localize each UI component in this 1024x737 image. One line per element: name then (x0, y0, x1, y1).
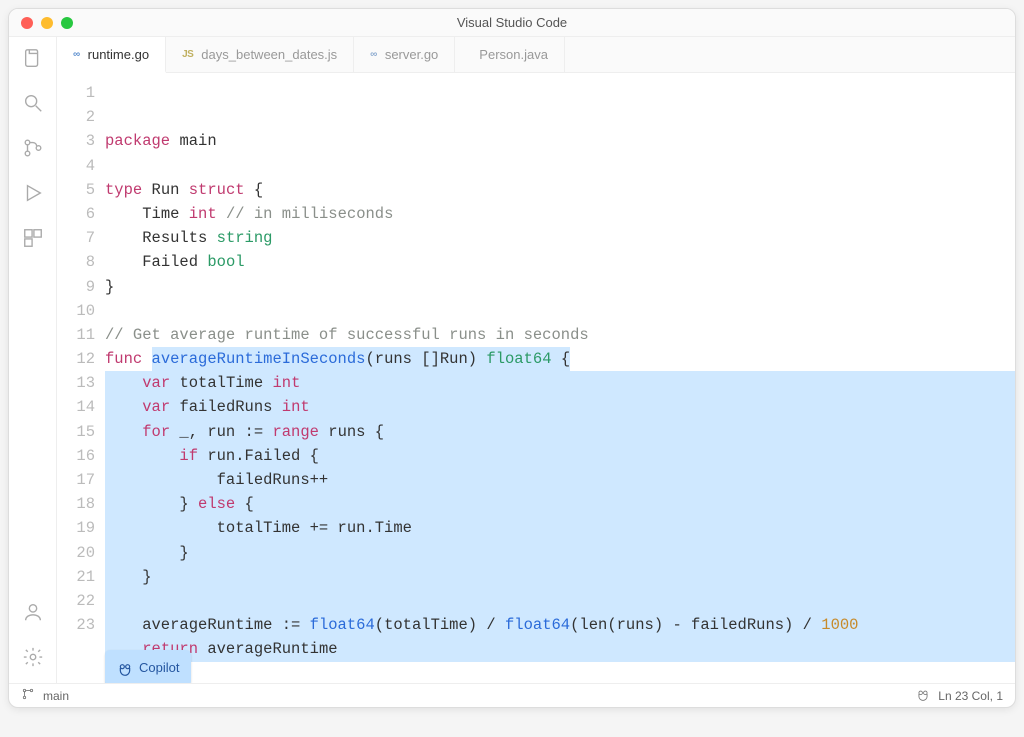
code-line[interactable]: type Run struct { (105, 178, 1015, 202)
settings-gear-icon[interactable] (22, 646, 44, 673)
line-number: 12 (57, 347, 95, 371)
search-icon[interactable] (22, 92, 44, 119)
code-line[interactable]: } (105, 565, 1015, 589)
window-controls (9, 17, 73, 29)
branch-icon[interactable] (21, 687, 35, 704)
extensions-icon[interactable] (22, 227, 44, 254)
code-line[interactable]: } (105, 275, 1015, 299)
code-line[interactable]: } (105, 662, 1015, 683)
tab-label: days_between_dates.js (201, 47, 337, 62)
file-lang-icon: JS (182, 49, 193, 60)
file-lang-icon: ∞ (73, 49, 80, 60)
line-number: 9 (57, 275, 95, 299)
line-number: 3 (57, 129, 95, 153)
activity-bar (9, 37, 57, 683)
line-number: 22 (57, 589, 95, 613)
line-number: 10 (57, 299, 95, 323)
tab-days_between_dates-js[interactable]: JS days_between_dates.js (166, 37, 354, 72)
accounts-icon[interactable] (22, 601, 44, 628)
status-bar: main Ln 23 Col, 1 (9, 683, 1015, 707)
line-number: 18 (57, 492, 95, 516)
line-number: 8 (57, 250, 95, 274)
code-line[interactable]: var totalTime int (105, 371, 1015, 395)
app-title: Visual Studio Code (9, 15, 1015, 30)
line-number: 7 (57, 226, 95, 250)
line-number: 13 (57, 371, 95, 395)
line-number: 11 (57, 323, 95, 347)
line-number: 19 (57, 516, 95, 540)
code-line[interactable]: Time int // in milliseconds (105, 202, 1015, 226)
code-line[interactable]: } (105, 541, 1015, 565)
code-line[interactable]: } else { (105, 492, 1015, 516)
code-line[interactable]: return averageRuntime (105, 637, 1015, 661)
tab-label: server.go (385, 47, 438, 62)
editor-tabs: ∞ runtime.go JS days_between_dates.js ∞ serve… (57, 37, 1015, 73)
copilot-status-icon[interactable] (916, 687, 930, 704)
code-line[interactable]: var failedRuns int (105, 395, 1015, 419)
code-line[interactable]: func averageRuntimeInSeconds(runs []Run)… (105, 347, 1015, 371)
code-area[interactable]: package main type Run struct { Time int … (105, 81, 1015, 683)
line-number: 20 (57, 541, 95, 565)
copilot-suggestion-badge[interactable]: Copilot (105, 650, 191, 683)
line-number: 2 (57, 105, 95, 129)
file-lang-icon: ∞ (370, 49, 377, 60)
code-line[interactable] (105, 299, 1015, 323)
line-number: 14 (57, 395, 95, 419)
line-number: 4 (57, 154, 95, 178)
line-number: 23 (57, 613, 95, 637)
code-line[interactable]: package main (105, 129, 1015, 153)
tab-label: runtime.go (88, 47, 149, 62)
code-line[interactable]: if run.Failed { (105, 444, 1015, 468)
titlebar: Visual Studio Code (9, 9, 1015, 37)
tab-runtime-go[interactable]: ∞ runtime.go (57, 37, 166, 73)
line-number: 17 (57, 468, 95, 492)
explorer-icon[interactable] (22, 47, 44, 74)
code-line[interactable]: averageRuntime := float64(totalTime) / f… (105, 613, 1015, 637)
code-line[interactable]: Results string (105, 226, 1015, 250)
line-number: 15 (57, 420, 95, 444)
cursor-position[interactable]: Ln 23 Col, 1 (938, 689, 1003, 703)
line-number: 21 (57, 565, 95, 589)
editor[interactable]: 1234567891011121314151617181920212223 pa… (57, 73, 1015, 683)
line-number: 6 (57, 202, 95, 226)
maximize-window-button[interactable] (61, 17, 73, 29)
code-line[interactable]: totalTime += run.Time (105, 516, 1015, 540)
line-number-gutter: 1234567891011121314151617181920212223 (57, 81, 105, 683)
code-line[interactable]: Failed bool (105, 250, 1015, 274)
code-line[interactable]: for _, run := range runs { (105, 420, 1015, 444)
line-number: 16 (57, 444, 95, 468)
line-number: 5 (57, 178, 95, 202)
app-window: Visual Studio Code (8, 8, 1016, 708)
branch-name[interactable]: main (43, 689, 69, 703)
tab-Person-java[interactable]: Person.java (455, 37, 565, 72)
source-control-icon[interactable] (22, 137, 44, 164)
run-debug-icon[interactable] (22, 182, 44, 209)
code-line[interactable]: // Get average runtime of successful run… (105, 323, 1015, 347)
copilot-label: Copilot (139, 656, 179, 680)
code-line[interactable] (105, 154, 1015, 178)
code-line[interactable] (105, 589, 1015, 613)
tab-server-go[interactable]: ∞ server.go (354, 37, 455, 72)
tab-label: Person.java (479, 47, 548, 62)
code-line[interactable]: failedRuns++ (105, 468, 1015, 492)
line-number: 1 (57, 81, 95, 105)
minimize-window-button[interactable] (41, 17, 53, 29)
close-window-button[interactable] (21, 17, 33, 29)
